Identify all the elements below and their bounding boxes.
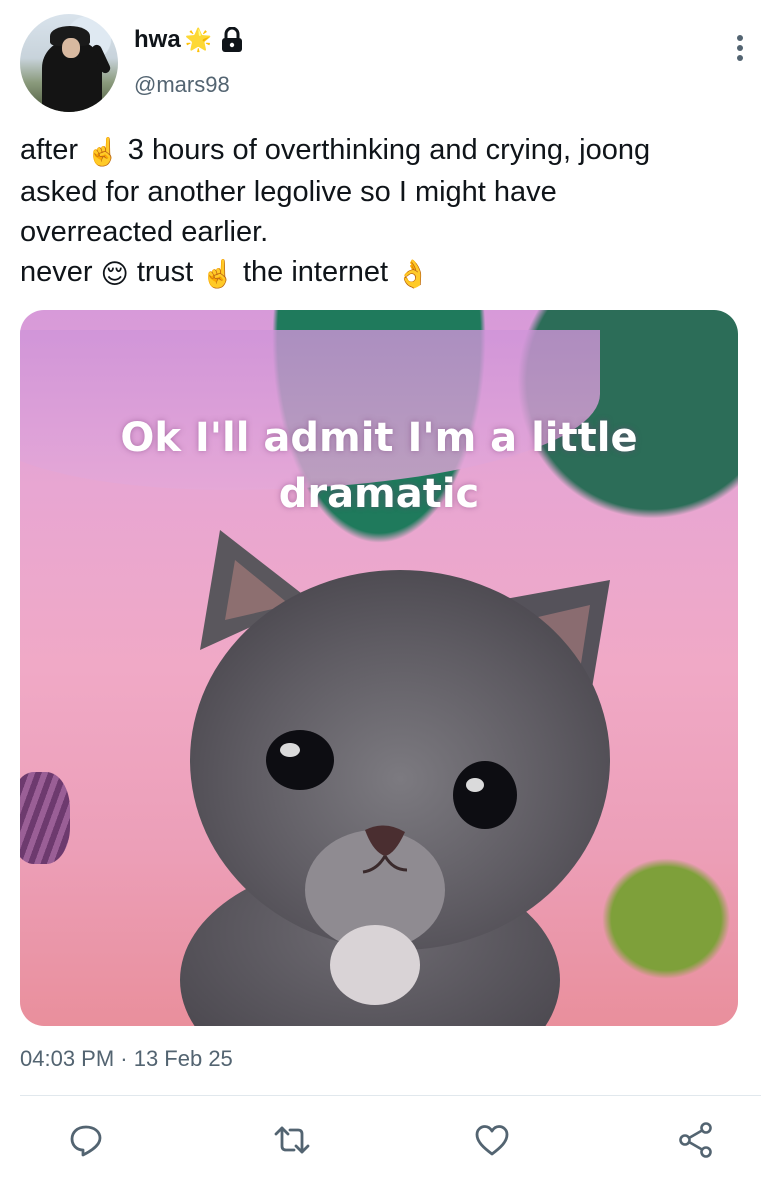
like-icon xyxy=(475,1125,509,1156)
media-caption-line1: Ok I'll admit I'm a little xyxy=(120,415,638,461)
more-options-icon[interactable] xyxy=(730,32,750,64)
retweet-icon xyxy=(274,1126,310,1154)
tweet: hwa 🌟 @mars98 after ☝️ 3 hours of overth… xyxy=(0,0,781,1200)
share-icon xyxy=(679,1122,712,1158)
sparkle-icon: 🌟 xyxy=(184,27,213,52)
tweet-text-line: asked for another legolive so I might ha… xyxy=(20,172,765,212)
tweet-timestamp[interactable]: 04:03 PM · 13 Feb 25 xyxy=(20,1046,233,1072)
author-handle[interactable]: @mars98 xyxy=(134,72,230,98)
tweet-text: after ☝️ 3 hours of overthinking and cry… xyxy=(20,130,765,294)
tweet-text-segment: never xyxy=(20,256,101,288)
retweet-button[interactable] xyxy=(272,1120,312,1160)
tweet-media-image[interactable]: Ok I'll admit I'm a little dramatic xyxy=(20,310,738,1026)
avatar[interactable] xyxy=(20,14,118,112)
emoji-icon: 👌 xyxy=(396,259,430,289)
tweet-text-segment: after xyxy=(20,134,87,166)
tweet-text-segment: the internet xyxy=(234,256,397,288)
emoji-icon: ☝️ xyxy=(86,137,120,167)
like-button[interactable] xyxy=(472,1120,512,1160)
tweet-text-segment: asked for another legolive so I might ha… xyxy=(20,176,557,208)
reply-icon xyxy=(70,1125,102,1157)
tweet-text-segment: overreacted earlier. xyxy=(20,216,269,248)
emoji-icon: ☝️ xyxy=(201,259,235,289)
tweet-text-line: after ☝️ 3 hours of overthinking and cry… xyxy=(20,130,765,172)
yarn-ball xyxy=(20,772,70,864)
media-caption: Ok I'll admit I'm a little dramatic xyxy=(20,410,738,522)
emoji-icon: 😌 xyxy=(100,259,129,289)
tweet-text-segment: trust xyxy=(128,256,202,288)
lock-icon xyxy=(220,26,244,53)
display-name[interactable]: hwa xyxy=(134,26,181,54)
divider xyxy=(20,1095,761,1096)
avatar-face xyxy=(62,38,80,58)
tweet-text-segment: 3 hours of overthinking and crying, joon… xyxy=(119,134,651,166)
kitten-illustration xyxy=(180,530,610,1026)
reply-button[interactable] xyxy=(66,1120,106,1160)
tweet-text-line: never 😌 trust ☝️ the internet 👌 xyxy=(20,252,765,294)
tweet-text-line: overreacted earlier. xyxy=(20,212,765,252)
author-name-row[interactable]: hwa 🌟 xyxy=(134,26,244,54)
share-button[interactable] xyxy=(676,1120,716,1160)
tweet-actions xyxy=(0,1110,781,1170)
